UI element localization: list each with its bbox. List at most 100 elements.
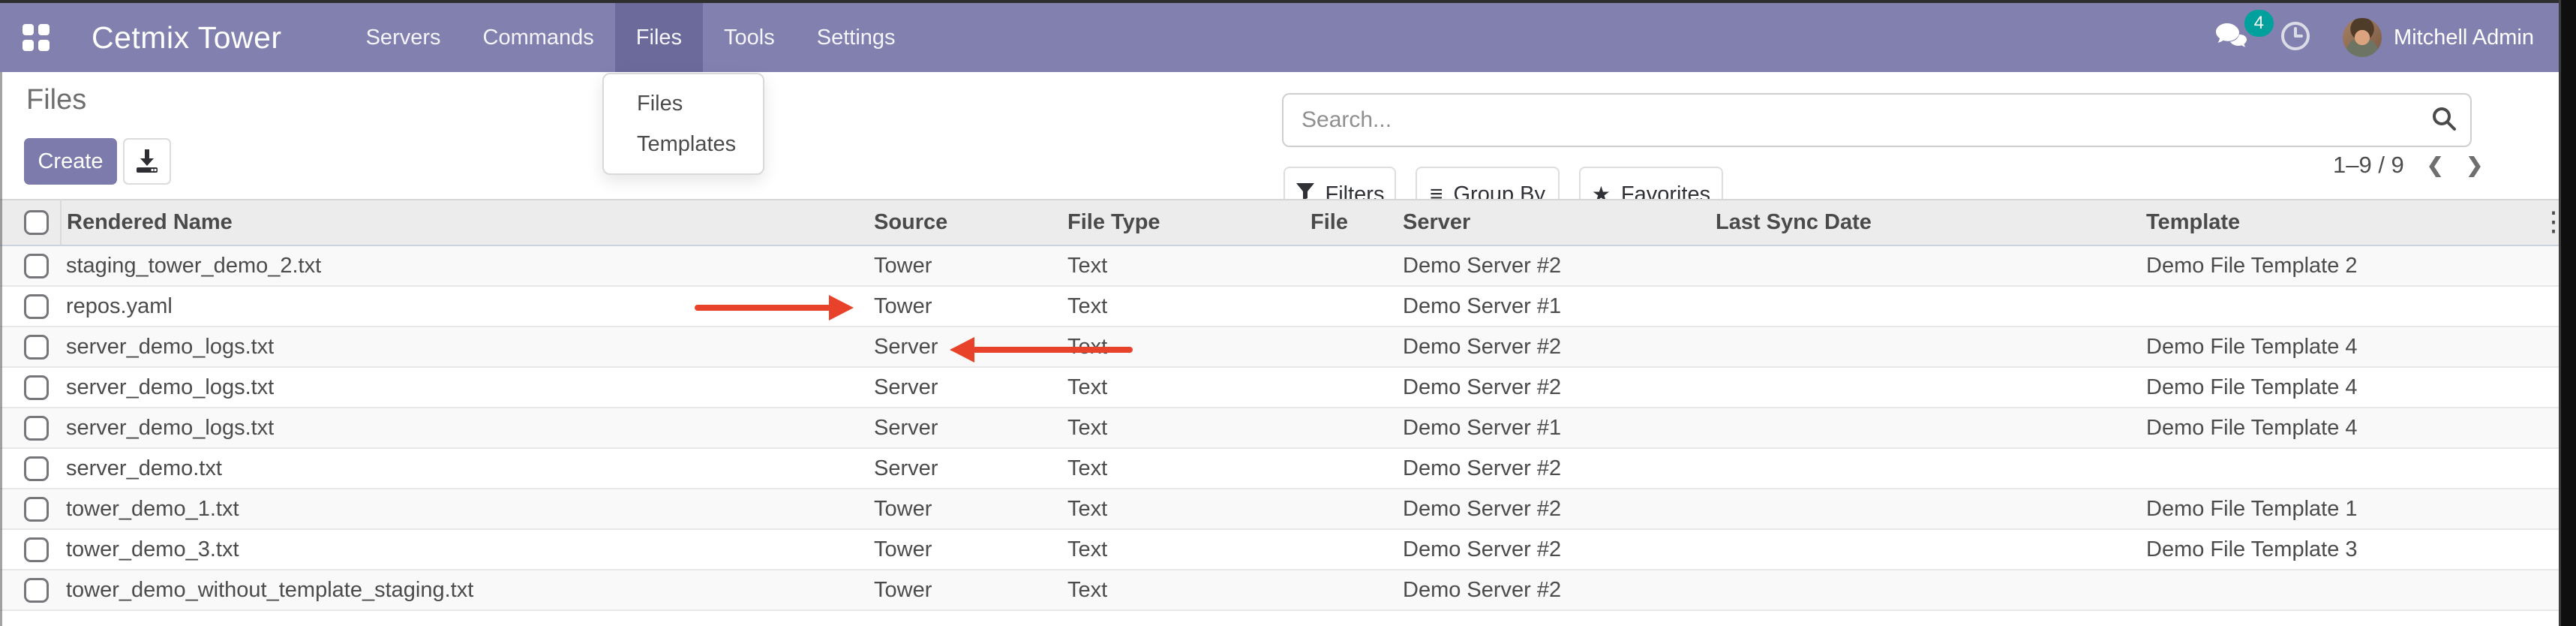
row-checkbox[interactable]: [24, 537, 49, 562]
cell-last-sync-date: [1703, 570, 2133, 610]
cell-template: Demo File Template 4: [2133, 408, 2559, 448]
cell-file: [1298, 489, 1390, 529]
row-checkbox-cell: [0, 367, 61, 408]
cell-template: [2133, 448, 2559, 489]
export-button[interactable]: [123, 138, 171, 185]
row-checkbox-cell: [0, 529, 61, 570]
cell-source: Server: [861, 448, 1055, 489]
row-checkbox-cell: [0, 448, 61, 489]
window-left-edge: [0, 72, 2, 626]
row-checkbox-cell: [0, 286, 61, 327]
column-header-file-type[interactable]: File Type: [1055, 200, 1298, 245]
table-row[interactable]: server_demo_logs.txtServerTextDemo Serve…: [0, 408, 2559, 448]
cell-server: Demo Server #2: [1390, 327, 1703, 367]
nav-item-commands[interactable]: Commands: [462, 3, 615, 72]
cell-last-sync-date: [1703, 408, 2133, 448]
row-checkbox[interactable]: [24, 416, 49, 441]
pager-next-button[interactable]: ❯: [2466, 154, 2483, 177]
table-row[interactable]: tower_demo_3.txtTowerTextDemo Server #2D…: [0, 529, 2559, 570]
messages-button[interactable]: 4: [2214, 22, 2248, 54]
activities-button[interactable]: [2280, 20, 2311, 56]
cell-rendered-name: staging_tower_demo_2.txt: [61, 245, 861, 286]
apps-menu-button[interactable]: [0, 3, 50, 72]
table-row[interactable]: tower_demo_1.txtTowerTextDemo Server #2D…: [0, 489, 2559, 529]
user-name: Mitchell Admin: [2394, 26, 2534, 50]
table-row[interactable]: repos.yamlTowerTextDemo Server #1: [0, 286, 2559, 327]
select-all-cell: [0, 200, 61, 245]
row-checkbox-cell: [0, 489, 61, 529]
cell-file: [1298, 448, 1390, 489]
table-row[interactable]: tower_demo_without_template_staging.txtT…: [0, 570, 2559, 610]
cell-source: Tower: [861, 245, 1055, 286]
row-checkbox[interactable]: [24, 456, 49, 481]
select-all-checkbox[interactable]: [24, 210, 49, 235]
cell-file: [1298, 570, 1390, 610]
cell-last-sync-date: [1703, 327, 2133, 367]
navbar-right-group: 4 Mitchell Admin: [2214, 3, 2576, 72]
cell-file-type: Text: [1055, 286, 1298, 327]
row-checkbox[interactable]: [24, 578, 49, 603]
column-header-file[interactable]: File: [1298, 200, 1390, 245]
nav-item-servers[interactable]: Servers: [345, 3, 462, 72]
user-menu-button[interactable]: Mitchell Admin: [2343, 18, 2534, 57]
cell-file-type: Text: [1055, 245, 1298, 286]
create-button[interactable]: Create: [24, 138, 117, 185]
cell-last-sync-date: [1703, 529, 2133, 570]
row-checkbox[interactable]: [24, 375, 49, 400]
cell-template: [2133, 570, 2559, 610]
search-bar: [1282, 93, 2472, 147]
window-right-edge: [2559, 0, 2576, 626]
cell-last-sync-date: [1703, 286, 2133, 327]
cell-source: Server: [861, 408, 1055, 448]
row-checkbox-cell: [0, 570, 61, 610]
top-navbar: Cetmix Tower ServersCommandsFilesToolsSe…: [0, 3, 2576, 72]
row-checkbox-cell: [0, 327, 61, 367]
cell-source: Tower: [861, 570, 1055, 610]
cell-file: [1298, 408, 1390, 448]
cell-file-type: Text: [1055, 367, 1298, 408]
column-header-source[interactable]: Source: [861, 200, 1055, 245]
table-row[interactable]: server_demo_logs.txtServerTextDemo Serve…: [0, 367, 2559, 408]
cell-template: Demo File Template 3: [2133, 529, 2559, 570]
nav-item-settings[interactable]: Settings: [796, 3, 917, 72]
cell-source: Tower: [861, 286, 1055, 327]
app-brand-title: Cetmix Tower: [50, 3, 282, 72]
cell-file: [1298, 286, 1390, 327]
nav-item-tools[interactable]: Tools: [703, 3, 796, 72]
column-header-rendered-name[interactable]: Rendered Name: [61, 200, 861, 245]
row-checkbox[interactable]: [24, 254, 49, 278]
dropdown-item-files[interactable]: Files: [604, 83, 763, 124]
row-checkbox[interactable]: [24, 335, 49, 360]
annotation-arrow-right: [695, 295, 854, 321]
column-header-template[interactable]: Template: [2133, 200, 2559, 245]
window-top-edge: [0, 0, 2576, 3]
row-checkbox[interactable]: [24, 497, 49, 522]
table-row[interactable]: staging_tower_demo_2.txtTowerText Demo Se…: [0, 245, 2559, 286]
column-header-last-sync-date[interactable]: Last Sync Date: [1703, 200, 2133, 245]
column-header-server[interactable]: Server: [1390, 200, 1703, 245]
cell-template: Demo File Template 1: [2133, 489, 2559, 529]
nav-item-files[interactable]: Files: [615, 3, 703, 72]
cell-file-type: Text: [1055, 448, 1298, 489]
dropdown-item-templates[interactable]: Templates: [604, 124, 763, 164]
row-checkbox[interactable]: [24, 294, 49, 319]
cell-server: Demo Server #1: [1390, 408, 1703, 448]
table-row[interactable]: server_demo.txtServerTextDemo Server #2: [0, 448, 2559, 489]
cell-file: [1298, 367, 1390, 408]
search-submit[interactable]: [2418, 104, 2470, 137]
cell-server: Demo Server #2: [1390, 245, 1703, 286]
search-input[interactable]: [1283, 107, 2418, 133]
table-row[interactable]: server_demo_logs.txtServerTextDemo Serve…: [0, 327, 2559, 367]
cell-source: Server: [861, 367, 1055, 408]
cell-rendered-name: server_demo_logs.txt: [61, 408, 861, 448]
cell-file-type: Text: [1055, 570, 1298, 610]
pager-previous-button[interactable]: ❮: [2427, 154, 2444, 177]
user-avatar: [2343, 18, 2382, 57]
download-icon: [133, 146, 161, 177]
page-title: Files: [26, 84, 86, 116]
pager: 1–9 / 9 ❮ ❯: [2333, 152, 2483, 179]
cell-rendered-name: tower_demo_without_template_staging.txt: [61, 570, 861, 610]
cell-template: Demo File Template 2: [2133, 245, 2559, 286]
cell-rendered-name: server_demo_logs.txt: [61, 327, 861, 367]
cell-last-sync-date: [1703, 489, 2133, 529]
